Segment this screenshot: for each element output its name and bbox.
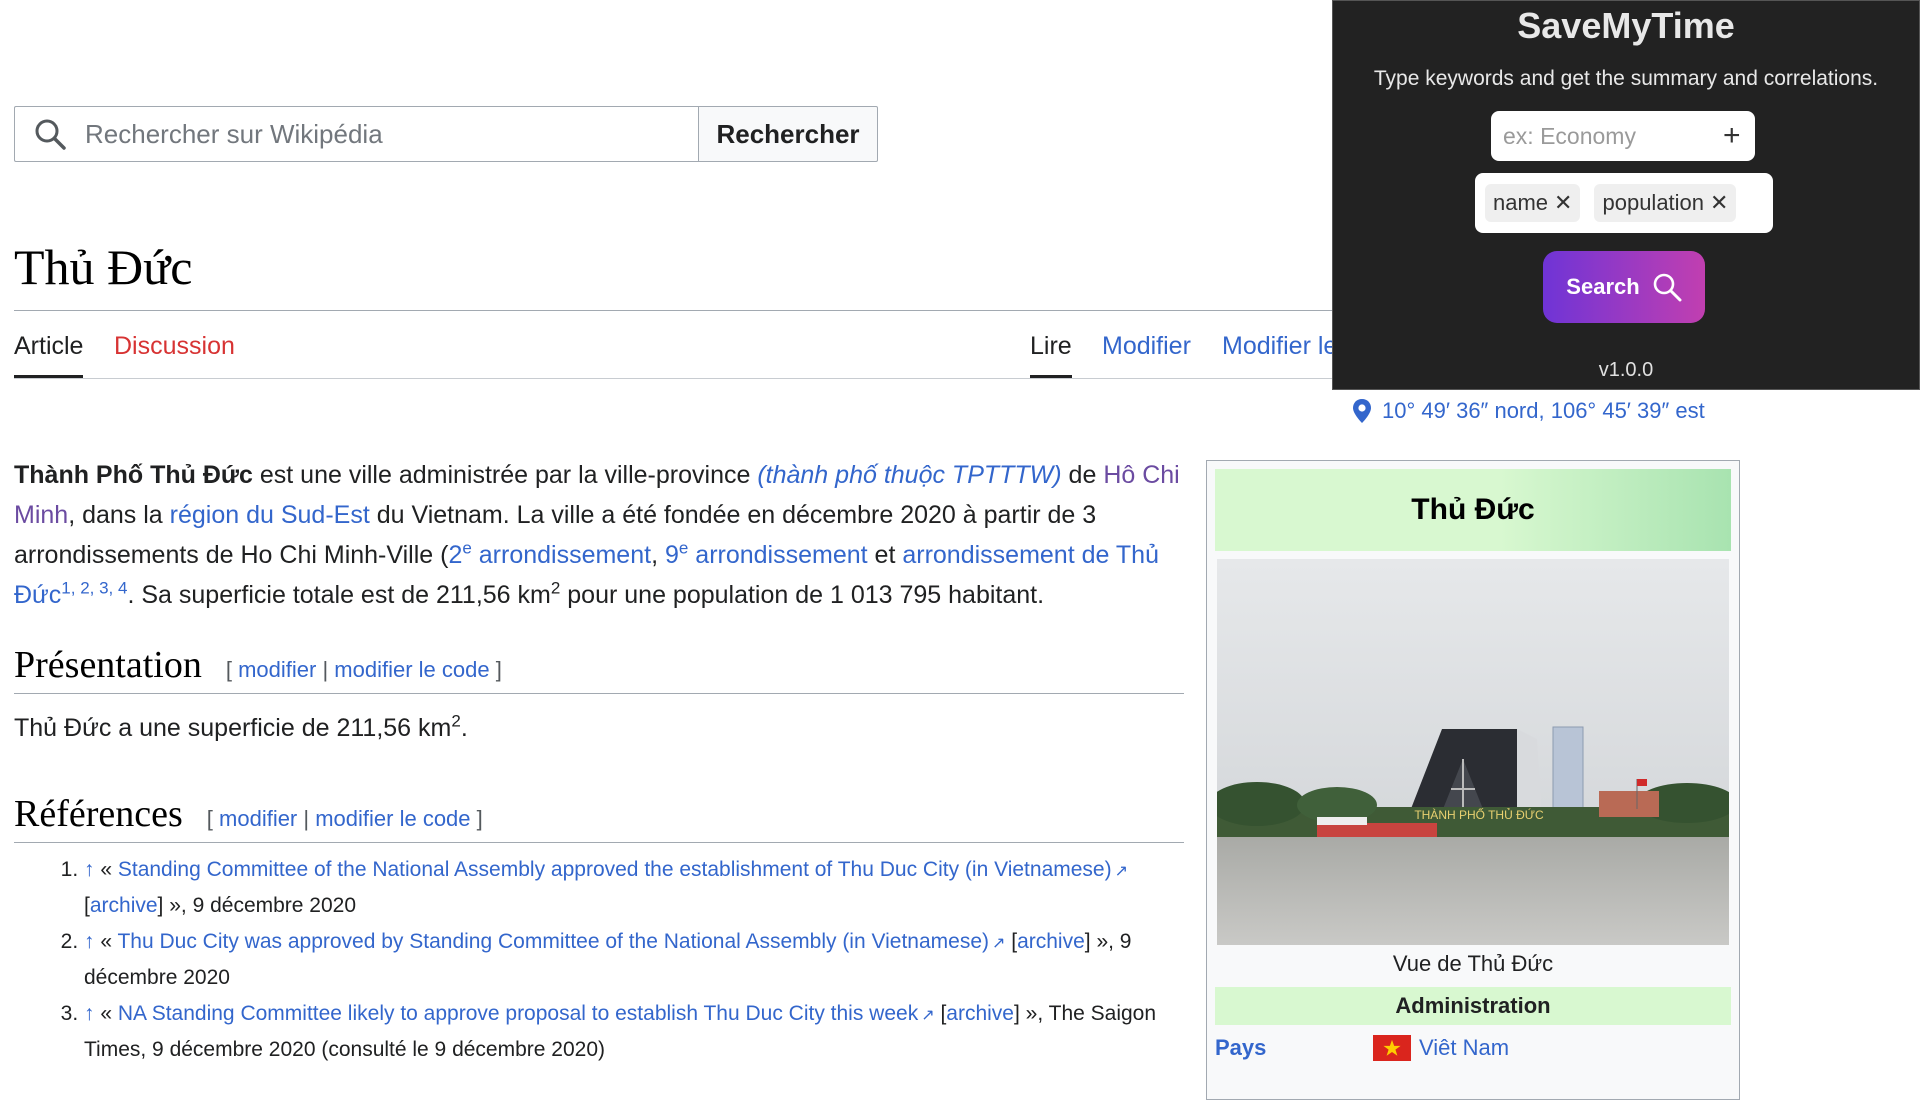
external-link-icon: ↗ [992, 935, 1006, 952]
edit-link[interactable]: modifier [219, 806, 297, 831]
add-keyword-button[interactable]: + [1723, 119, 1741, 153]
section-title: Présentation [14, 644, 202, 686]
title-divider [14, 310, 1334, 311]
archive-link[interactable]: archive [1017, 930, 1085, 953]
tab-discussion[interactable]: Discussion [114, 332, 235, 361]
quote-open: « [94, 1002, 118, 1025]
extension-version: v1.0.0 [1598, 359, 1654, 381]
references-list: ↑ « Standing Committee of the National A… [14, 853, 1184, 1067]
section-heading-presentation: Présentation [ modifier | modifier le co… [14, 643, 1184, 694]
edit-code-link[interactable]: modifier le code [334, 657, 489, 682]
keyword-tag: name ✕ [1485, 184, 1581, 222]
back-arrow-link[interactable]: ↑ [84, 1002, 95, 1025]
wiki-search-bar: Rechercher [14, 106, 878, 162]
quote-open: « [94, 858, 118, 881]
link-text: arrondissement [688, 541, 868, 569]
reference-item: ↑ « Thu Duc City was approved by Standin… [84, 925, 1184, 995]
section-edit-links: [ modifier | modifier le code ] [206, 806, 483, 831]
link-region-sud-est[interactable]: région du Sud-Est [170, 501, 370, 529]
reference-link[interactable]: Thu Duc City was approved by Standing Co… [117, 930, 989, 953]
page-title: Thủ Đức [14, 239, 193, 295]
tab-edit[interactable]: Modifier [1102, 332, 1191, 361]
photo-sign-text: THÀNH PHỐ THỦ ĐỨC [1414, 807, 1544, 822]
tab-article[interactable]: Article [14, 332, 84, 378]
presentation-sentence-end: . [460, 714, 468, 742]
superscript: 2 [451, 711, 461, 731]
search-field[interactable] [14, 106, 698, 162]
intro-text: . Sa superficie totale est de 211,56 km [127, 581, 551, 609]
extension-subtitle: Type keywords and get the summary and co… [1373, 67, 1879, 90]
tab-read[interactable]: Lire [1030, 332, 1072, 378]
link-thanh-pho[interactable]: (thành phố thuộc TPTTTW) [757, 461, 1061, 489]
link-text: 9 [664, 541, 679, 569]
map-pin-icon [1353, 399, 1371, 423]
savemytime-popup: SaveMyTime Type keywords and get the sum… [1332, 0, 1920, 390]
intro-text: et [867, 541, 903, 569]
intro-bold-name: Thành Phố Thủ Đức [14, 461, 253, 489]
infobox: Thủ Đức THÀNH PHỐ THỦ ĐỨC Vue de Thủ Đức… [1206, 460, 1740, 1100]
archive-link[interactable]: archive [946, 1002, 1014, 1025]
vietnam-flag-icon [1373, 1035, 1411, 1061]
city-photo[interactable]: THÀNH PHỐ THỦ ĐỨC [1217, 559, 1729, 945]
search-icon [35, 119, 66, 150]
extension-title: SaveMyTime [1517, 5, 1735, 46]
edit-link[interactable]: modifier [238, 657, 316, 682]
tabs-divider [14, 378, 1334, 379]
intro-text: pour une population de 1 013 795 habitan… [560, 581, 1045, 609]
reference-link[interactable]: Standing Committee of the National Assem… [118, 858, 1112, 881]
superscript: e [462, 538, 472, 558]
section-title: Références [14, 793, 183, 835]
remove-tag-icon[interactable]: ✕ [1710, 190, 1728, 216]
reference-item: ↑ « Standing Committee of the National A… [84, 853, 1184, 923]
external-link-icon: ↗ [921, 1007, 935, 1024]
intro-paragraph: Thành Phố Thủ Đức est une ville administ… [14, 455, 1184, 615]
country-link[interactable]: Viêt Nam [1419, 1035, 1509, 1061]
keyword-field[interactable]: + [1491, 111, 1755, 161]
external-link-icon: ↗ [1114, 863, 1129, 880]
search-button[interactable]: Rechercher [698, 106, 878, 162]
reference-link[interactable]: NA Standing Committee likely to approve … [118, 1002, 918, 1025]
intro-text: , dans la [68, 501, 170, 529]
reference-rest: », 9 décembre 2020 [163, 894, 357, 917]
section-edit-links: [ modifier | modifier le code ] [225, 657, 502, 682]
link-2e-arrondissement[interactable]: 2e arrondissement [448, 538, 652, 569]
extension-search-button[interactable]: Search [1543, 251, 1705, 323]
edit-code-link[interactable]: modifier le code [315, 806, 470, 831]
link-text: 2 [448, 541, 463, 569]
search-button-label: Search [1566, 274, 1640, 299]
reference-markers[interactable]: 1, 2, 3, 4 [61, 579, 127, 598]
intro-text: est une ville administrée par la ville-p… [252, 461, 758, 489]
country-label[interactable]: Pays [1215, 1035, 1373, 1061]
back-arrow-link[interactable]: ↑ [84, 930, 95, 953]
article-content: Thành Phố Thủ Đức est une ville administ… [14, 455, 1184, 1069]
infobox-title: Thủ Đức [1215, 469, 1731, 551]
archive-link[interactable]: archive [90, 894, 158, 917]
coordinates-link[interactable]: 10° 49′ 36″ nord, 106° 45′ 39″ est [1382, 398, 1705, 424]
superscript: 2 [550, 578, 561, 598]
remove-tag-icon[interactable]: ✕ [1554, 190, 1572, 216]
keyword-input[interactable] [1501, 121, 1715, 151]
tag-label: population [1602, 190, 1705, 215]
search-input[interactable] [83, 117, 667, 151]
link-9e-arrondissement[interactable]: 9e arrondissement [664, 538, 868, 569]
superscript: e [678, 538, 689, 558]
section-heading-references: Références [ modifier | modifier le code… [14, 792, 1184, 843]
presentation-sentence: Thủ Đức a une superficie de 211,56 km [14, 714, 452, 742]
photo-caption: Vue de Thủ Đức [1392, 951, 1554, 976]
quote-open: « [94, 930, 118, 953]
intro-text: de [1061, 461, 1104, 489]
link-text: arrondissement [471, 541, 652, 569]
keyword-tags: name ✕ population ✕ [1475, 173, 1773, 233]
infobox-row-country: Pays Viêt Nam [1215, 1035, 1731, 1061]
back-arrow-link[interactable]: ↑ [84, 858, 95, 881]
presentation-text: Thủ Đức a une superficie de 211,56 km2. [14, 708, 1184, 748]
keyword-tag: population ✕ [1594, 184, 1737, 222]
intro-text: , [651, 541, 665, 569]
tag-label: name [1493, 190, 1549, 215]
reference-item: ↑ « NA Standing Committee likely to appr… [84, 997, 1184, 1067]
coordinates: 10° 49′ 36″ nord, 106° 45′ 39″ est [1352, 398, 1705, 424]
infobox-admin-header: Administration [1215, 987, 1731, 1025]
search-icon [1653, 273, 1682, 302]
